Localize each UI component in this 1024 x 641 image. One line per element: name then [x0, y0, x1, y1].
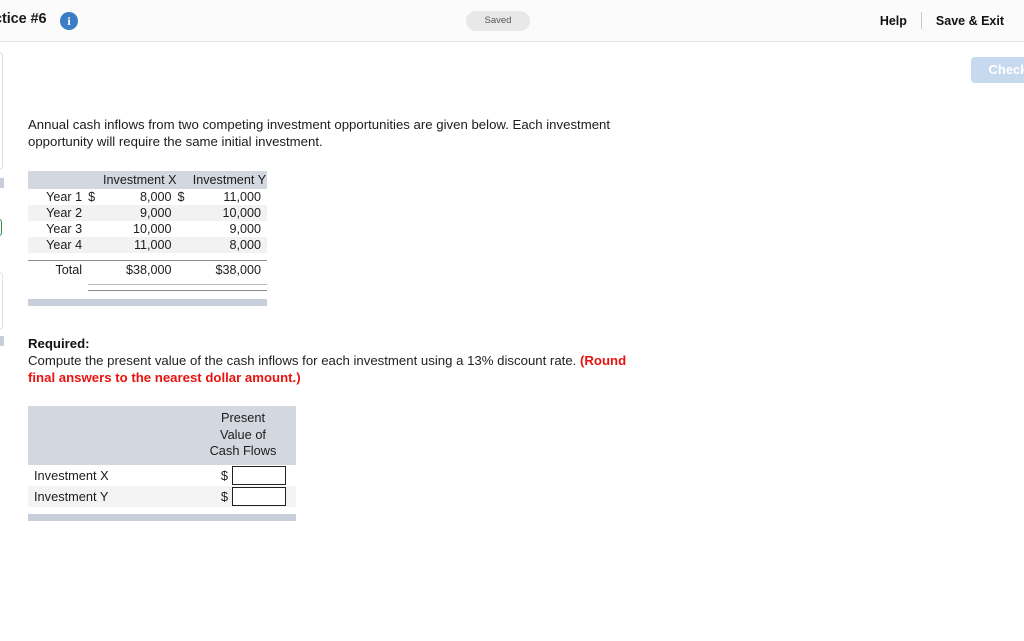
answer-table: Present Value of Cash Flows Investment X…	[28, 406, 296, 507]
spacer-cell	[28, 285, 88, 291]
total-investment-x: $38,000	[88, 260, 178, 279]
table-footer-bar	[28, 299, 267, 306]
present-value-x-input[interactable]	[232, 465, 286, 485]
total-label: Total	[28, 260, 89, 279]
table-spacer-row	[28, 253, 267, 261]
rule-cell	[177, 284, 267, 291]
required-body: Compute the present value of the cash in…	[28, 352, 628, 386]
present-value-y-input[interactable]	[232, 486, 286, 506]
row-label: Year 3	[46, 222, 83, 236]
info-icon[interactable]: i	[60, 12, 78, 30]
total-investment-y: $38,000	[177, 260, 267, 279]
table-row: Year 2 9,000 10,000	[28, 205, 267, 221]
answer-input-cell: $	[190, 485, 296, 507]
spacer-cell	[28, 253, 88, 261]
table-row: Year 1 $ 8,000 $ 11,000	[28, 189, 267, 205]
answer-input-cell: $	[190, 465, 296, 486]
save-and-exit-button[interactable]: Save & Exit	[922, 14, 1018, 28]
check-button[interactable]: Check	[971, 57, 1024, 83]
currency-symbol: $	[220, 488, 228, 504]
edge-panel-bottom[interactable]	[0, 272, 3, 330]
edge-marker-two	[0, 336, 4, 346]
top-bar-actions: Help Save & Exit	[866, 12, 1018, 29]
rule-cell	[88, 284, 178, 291]
cell-investment-x: 11,000	[88, 237, 178, 253]
column-header-blank	[28, 171, 89, 189]
cell-value: 10,000	[222, 206, 261, 220]
column-header-investment-x: Investment X	[88, 171, 178, 189]
table-total-row: Total $38,000 $38,000	[28, 260, 267, 279]
header-line-3: Cash Flows	[209, 443, 277, 458]
table-rule-row	[28, 284, 267, 291]
table-row: Year 3 10,000 9,000	[28, 221, 267, 237]
table-row: Year 4 11,000 8,000	[28, 237, 267, 253]
cell-investment-x: 10,000	[88, 221, 177, 237]
table-header-row: Investment X Investment Y	[28, 171, 267, 189]
required-text: Compute the present value of the cash in…	[28, 353, 580, 368]
answer-column-header-blank	[28, 406, 190, 465]
column-header-investment-y: Investment Y	[177, 171, 267, 189]
cell-investment-y: $ 11,000	[178, 189, 267, 205]
spacer-cell	[178, 253, 267, 261]
cell-investment-y: 10,000	[177, 205, 267, 221]
cell-value: 11,000	[133, 238, 172, 252]
edge-panel-top[interactable]	[0, 52, 3, 170]
cashflow-table: Investment X Investment Y Year 1 $ 8,000…	[28, 171, 267, 291]
help-link[interactable]: Help	[866, 14, 921, 28]
cell-investment-x: 9,000	[88, 205, 178, 221]
answer-row-investment-x: Investment X $	[28, 465, 296, 486]
header-line-2: Value of	[219, 426, 266, 442]
cell-value: 8,000	[140, 190, 172, 204]
question-content: Annual cash inflows from two competing i…	[28, 116, 648, 521]
currency-symbol: $	[177, 190, 185, 204]
answer-table-footer-bar	[28, 513, 296, 521]
cell-investment-x: $ 8,000	[88, 189, 177, 205]
answer-table-header-row: Present Value of Cash Flows	[28, 406, 296, 465]
cell-value: 8,000	[229, 238, 261, 252]
answer-table-wrapper: Present Value of Cash Flows Investment X…	[28, 406, 648, 521]
page-title: ctice #6	[0, 11, 47, 27]
header-line-1: Present	[220, 410, 266, 425]
required-block: Required: Compute the present value of t…	[28, 335, 628, 386]
cell-value: 9,000	[140, 206, 172, 220]
answer-row-investment-y: Investment Y $	[28, 485, 296, 507]
cell-value: 11,000	[223, 190, 261, 204]
cell-investment-y: 9,000	[178, 221, 267, 237]
answer-row-label: Investment X	[34, 467, 109, 483]
question-prompt: Annual cash inflows from two competing i…	[28, 117, 611, 149]
cell-investment-y: 8,000	[177, 237, 267, 253]
row-label: Year 2	[28, 205, 89, 221]
cell-value: 10,000	[133, 222, 172, 236]
answer-column-header-present-value: Present Value of Cash Flows	[190, 406, 296, 465]
answer-row-label: Investment Y	[28, 485, 190, 507]
currency-symbol: $	[88, 190, 96, 204]
spacer-cell	[88, 253, 177, 261]
required-heading: Required:	[28, 336, 90, 351]
cell-value: 9,000	[229, 222, 261, 236]
edge-marker-one	[0, 178, 4, 188]
row-label: Year 4	[28, 237, 89, 253]
status-badge: Saved	[466, 11, 530, 31]
currency-symbol: $	[220, 467, 228, 483]
top-bar: ctice #6 i Saved Help Save & Exit	[0, 0, 1024, 42]
row-label: Year 1	[46, 190, 83, 204]
edge-badge-green[interactable]	[0, 219, 2, 236]
